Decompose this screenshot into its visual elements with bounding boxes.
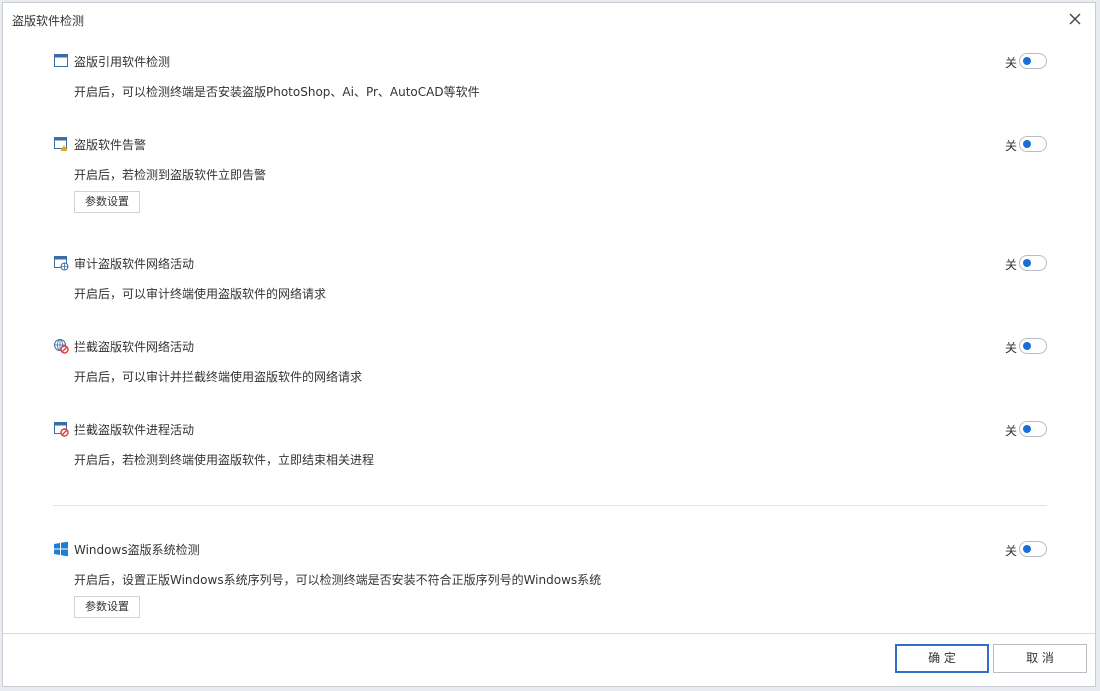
section-title: Windows盗版系统检测 [74, 543, 200, 557]
section-header: 盗版引用软件检测 关 [53, 52, 1047, 72]
toggle-switch[interactable] [1019, 255, 1047, 271]
toggle-switch[interactable] [1019, 541, 1047, 557]
section-title: 拦截盗版软件网络活动 [74, 340, 195, 354]
toggle-knob [1023, 57, 1031, 65]
toggle-switch[interactable] [1019, 421, 1047, 437]
piracy-detection-dialog: 盗版软件检测 盗版引用软件检测 关 开启后，可以检测终端是否安装盗版PhotoS… [2, 2, 1096, 687]
section-title: 盗版引用软件检测 [74, 55, 171, 69]
toggle-label: 关 [1004, 341, 1017, 355]
toggle-label: 关 [1004, 139, 1017, 153]
window-icon [53, 53, 69, 69]
toggle-label: 关 [1004, 544, 1017, 558]
toggle-switch[interactable] [1019, 53, 1047, 69]
section-block-process: 拦截盗版软件进程活动 关 开启后，若检测到终端使用盗版软件，立即结束相关进程 [53, 420, 1047, 467]
section-piracy-alert: 盗版软件告警 关 开启后，若检测到盗版软件立即告警 参数设置 [53, 135, 1047, 213]
section-header: 拦截盗版软件进程活动 关 [53, 420, 1047, 440]
section-windows-piracy: Windows盗版系统检测 关 开启后，设置正版Windows系统序列号，可以检… [53, 540, 1047, 618]
toggle-knob [1023, 259, 1031, 267]
toggle-knob [1023, 425, 1031, 433]
section-title: 盗版软件告警 [74, 138, 147, 152]
section-header: 审计盗版软件网络活动 关 [53, 254, 1047, 274]
section-description: 开启后，若检测到盗版软件立即告警 [74, 168, 267, 182]
toggle-switch[interactable] [1019, 338, 1047, 354]
section-title: 拦截盗版软件进程活动 [74, 423, 195, 437]
window-alert-icon [53, 136, 69, 152]
toggle-label: 关 [1004, 56, 1017, 70]
toggle-knob [1023, 140, 1031, 148]
dialog-title: 盗版软件检测 [12, 14, 85, 28]
section-divider [53, 505, 1047, 506]
window-globe-icon [53, 255, 69, 271]
toggle-switch[interactable] [1019, 136, 1047, 152]
section-description: 开启后，设置正版Windows系统序列号，可以检测终端是否安装不符合正版序列号的… [74, 573, 602, 587]
dialog-footer: 确 定 取 消 [3, 633, 1095, 686]
cancel-button[interactable]: 取 消 [993, 644, 1087, 673]
section-header: Windows盗版系统检测 关 [53, 540, 1047, 560]
toggle-label: 关 [1004, 424, 1017, 438]
section-block-network: 拦截盗版软件网络活动 关 开启后，可以审计并拦截终端使用盗版软件的网络请求 [53, 337, 1047, 384]
toggle-knob [1023, 342, 1031, 350]
section-description: 开启后，可以审计终端使用盗版软件的网络请求 [74, 287, 327, 301]
section-header: 盗版软件告警 关 [53, 135, 1047, 155]
section-description: 开启后，可以检测终端是否安装盗版PhotoShop、Ai、Pr、AutoCAD等… [74, 85, 480, 99]
param-settings-button[interactable]: 参数设置 [74, 596, 140, 618]
section-piracy-reference-software: 盗版引用软件检测 关 开启后，可以检测终端是否安装盗版PhotoShop、Ai、… [53, 52, 1047, 99]
toggle-knob [1023, 545, 1031, 553]
ok-button[interactable]: 确 定 [895, 644, 989, 673]
section-header: 拦截盗版软件网络活动 关 [53, 337, 1047, 357]
dialog-titlebar: 盗版软件检测 [3, 3, 1095, 37]
section-description: 开启后，若检测到终端使用盗版软件，立即结束相关进程 [74, 453, 375, 467]
section-title: 审计盗版软件网络活动 [74, 257, 195, 271]
section-audit-network: 审计盗版软件网络活动 关 开启后，可以审计终端使用盗版软件的网络请求 [53, 254, 1047, 301]
param-settings-button[interactable]: 参数设置 [74, 191, 140, 213]
windows-logo-icon [53, 541, 69, 557]
close-icon[interactable] [1065, 9, 1085, 29]
section-description: 开启后，可以审计并拦截终端使用盗版软件的网络请求 [74, 370, 363, 384]
globe-block-icon [53, 338, 69, 354]
window-block-icon [53, 421, 69, 437]
toggle-label: 关 [1004, 258, 1017, 272]
